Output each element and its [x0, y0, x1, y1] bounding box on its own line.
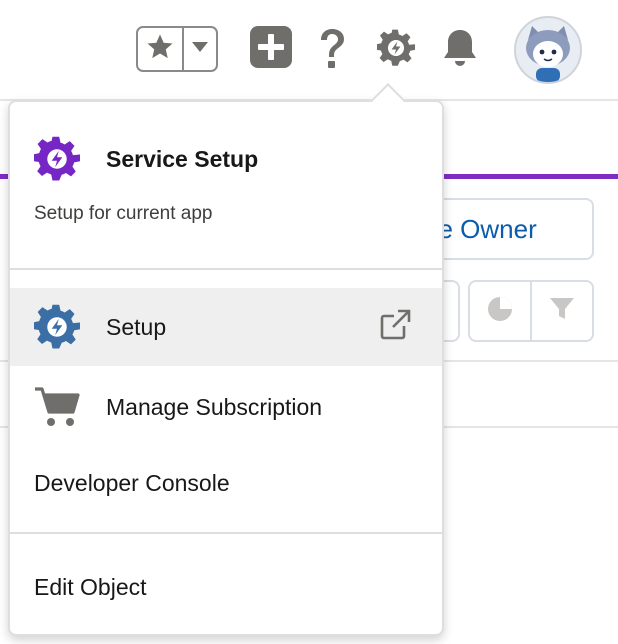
- user-avatar-button[interactable]: [514, 16, 582, 84]
- service-setup-subtitle: Setup for current app: [34, 203, 213, 224]
- pie-chart-icon: [487, 296, 513, 327]
- menu-item-developer-console[interactable]: Developer Console: [10, 444, 442, 522]
- external-link-icon[interactable]: [378, 308, 412, 342]
- help-icon: [317, 27, 347, 74]
- menu-item-manage-subscription[interactable]: Manage Subscription: [10, 368, 442, 446]
- favorites-button[interactable]: [138, 28, 184, 70]
- menu-item-setup[interactable]: Setup: [10, 288, 442, 366]
- help-button[interactable]: [314, 28, 350, 72]
- menu-item-label: Developer Console: [34, 469, 230, 496]
- astro-avatar-icon: [516, 18, 580, 82]
- cart-icon: [34, 384, 80, 430]
- menu-item-label: Setup: [106, 313, 167, 340]
- favorites-menu-button[interactable]: [184, 28, 216, 70]
- menu-item-edit-object[interactable]: Edit Object: [10, 548, 442, 626]
- menu-divider: [10, 532, 442, 534]
- plus-icon: [250, 25, 292, 73]
- star-icon: [145, 32, 175, 67]
- service-setup-title: Service Setup: [106, 146, 259, 172]
- filter-button[interactable]: [532, 282, 592, 340]
- setup-gear-icon: [34, 304, 80, 350]
- chevron-down-icon: [191, 40, 209, 58]
- favorites-button-group: [136, 26, 218, 72]
- notifications-button[interactable]: [438, 28, 482, 72]
- setup-menu-dropdown: Service Setup Setup for current app Setu…: [8, 100, 444, 636]
- menu-item-label: Manage Subscription: [106, 393, 323, 420]
- service-setup-header[interactable]: Service Setup Setup for current app: [10, 102, 442, 270]
- global-actions-button[interactable]: [250, 25, 292, 73]
- menu-divider: [10, 268, 442, 270]
- gear-icon: [376, 29, 416, 72]
- list-view-controls: [468, 280, 594, 342]
- service-setup-gear-icon: [33, 136, 81, 182]
- filter-icon: [549, 296, 575, 327]
- global-header: [0, 0, 618, 100]
- menu-item-label: Edit Object: [34, 573, 147, 600]
- chart-button[interactable]: [470, 282, 532, 340]
- bell-icon: [441, 28, 479, 73]
- setup-gear-button[interactable]: [374, 28, 418, 72]
